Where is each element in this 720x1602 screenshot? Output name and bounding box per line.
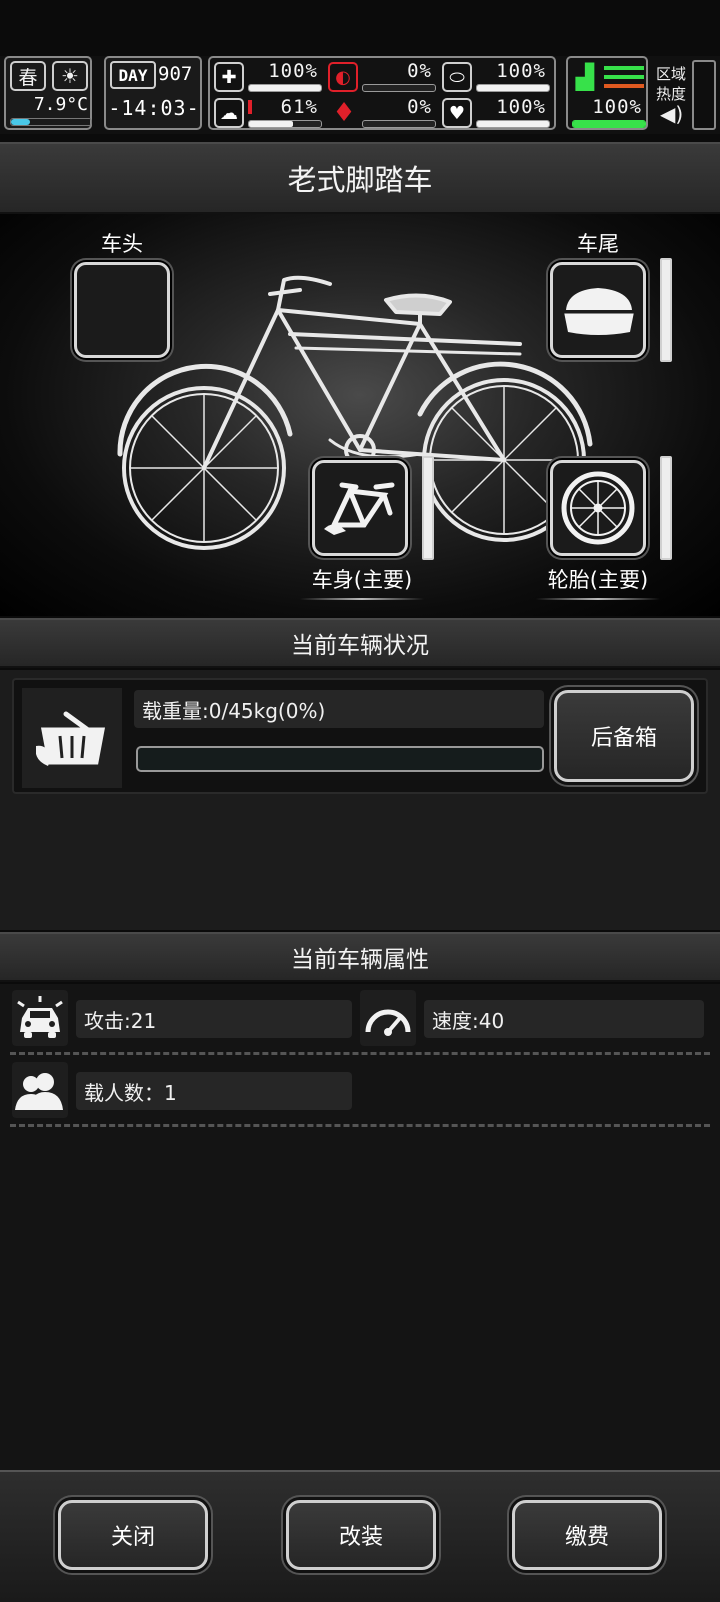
rear-slot-label: 车尾 — [550, 228, 646, 264]
medicine-value: 100% — [496, 60, 546, 82]
passenger-capacity: 载人数：1 — [76, 1072, 352, 1110]
car-crash-icon — [12, 990, 68, 1046]
body-slot-label: 车身(主要) — [300, 564, 424, 600]
attributes-header: 当前车辆属性 — [0, 932, 720, 982]
rear-box-icon — [564, 288, 634, 335]
load-row: 载重量:0/45kg(0%) 后备箱 — [12, 678, 708, 794]
front-slot[interactable] — [74, 262, 170, 358]
load-weight-bar — [136, 746, 544, 772]
clock-display: -14:03- — [108, 96, 200, 120]
pay-button[interactable]: 缴费 — [512, 1500, 662, 1570]
brain-icon: ☁ — [214, 98, 244, 128]
hunger-bar — [362, 84, 436, 92]
stamina-panel: ▟ 100% — [566, 56, 648, 130]
sanity-bar-fill — [249, 121, 293, 127]
stomach-icon: ◐ — [328, 62, 358, 92]
sanity-value: 61% — [280, 96, 318, 118]
temperature-value: 7.9°C — [33, 94, 88, 115]
heart-icon: ♥ — [442, 98, 472, 128]
health-bar-fill — [249, 85, 321, 91]
day-clock-box: DAY 907 -14:03- — [104, 56, 202, 130]
status-hud: 春 ☀ 7.9°C DAY 907 -14:03- ✚ 100% ◐ 0% ⬭ … — [0, 56, 720, 134]
boot-icon: ▟ — [575, 63, 595, 91]
rear-slot-durability — [660, 258, 672, 362]
stamina-bar-fill — [573, 121, 645, 127]
status-panel: 载重量:0/45kg(0%) 后备箱 — [0, 670, 720, 930]
temperature-gauge — [10, 118, 92, 126]
health-bar — [248, 84, 322, 92]
speed-value: 速度:40 — [424, 1000, 704, 1038]
zone-heat-meter — [692, 60, 716, 130]
season-badge: 春 — [10, 61, 46, 91]
zone-heat-label: 区域 热度 — [656, 65, 687, 103]
tire-slot-durability — [660, 456, 672, 560]
attribute-divider-2 — [10, 1124, 710, 1127]
sun-icon: ☀ — [52, 61, 88, 91]
sanity-bar — [248, 120, 322, 128]
medkit-icon: ✚ — [214, 62, 244, 92]
bleeding-value: 0% — [407, 96, 432, 118]
mood-bar — [476, 120, 550, 128]
front-slot-label: 车头 — [74, 228, 170, 264]
blood-drop-icon: ♦ — [332, 98, 356, 128]
modify-button[interactable]: 改装 — [286, 1500, 436, 1570]
load-weight-text: 载重量:0/45kg(0%) — [134, 690, 544, 728]
status-header: 当前车辆状况 — [0, 618, 720, 668]
speaker-icon[interactable]: ◀) — [660, 102, 683, 126]
body-slot[interactable] — [312, 460, 408, 556]
stamina-stripe-1 — [604, 66, 644, 70]
passengers-icon — [12, 1062, 68, 1118]
trunk-button[interactable]: 后备箱 — [554, 690, 694, 782]
vehicle-title-bar: 老式脚踏车 — [0, 142, 720, 214]
day-counter: 907 — [158, 63, 193, 85]
bike-frame-icon — [324, 482, 395, 535]
basket-icon — [22, 688, 122, 788]
weather-box: 春 ☀ 7.9°C — [4, 56, 92, 130]
close-button[interactable]: 关闭 — [58, 1500, 208, 1570]
attack-value: 攻击:21 — [76, 1000, 352, 1038]
mood-bar-fill — [477, 121, 549, 127]
body-slot-durability — [422, 456, 434, 560]
vital-stats-panel: ✚ 100% ◐ 0% ⬭ 100% ☁ 61% ♦ 0% ♥ 100% — [208, 56, 556, 130]
stamina-bar — [572, 120, 646, 128]
attributes-panel: 攻击:21 速度:40 载人数：1 — [0, 984, 720, 1470]
tire-slot[interactable] — [550, 460, 646, 556]
speedometer-icon — [360, 990, 416, 1046]
stamina-stripe-3 — [604, 84, 644, 88]
mood-value: 100% — [496, 96, 546, 118]
status-header-label: 当前车辆状况 — [291, 633, 429, 659]
vehicle-title: 老式脚踏车 — [287, 163, 433, 197]
vehicle-preview-area: 车头 车尾 车身(主要) 轮胎(主要) — [0, 214, 720, 616]
bleeding-bar — [362, 120, 436, 128]
hunger-value: 0% — [407, 60, 432, 82]
tire-slot-label: 轮胎(主要) — [536, 564, 660, 600]
stamina-stripe-2 — [604, 75, 644, 79]
stamina-value: 100% — [592, 96, 642, 118]
medicine-bar — [476, 84, 550, 92]
medicine-bar-fill — [477, 85, 549, 91]
health-value: 100% — [268, 60, 318, 82]
attribute-divider-1 — [10, 1052, 710, 1055]
day-label: DAY — [110, 61, 156, 89]
footer-bar: 关闭 改装 缴费 — [0, 1470, 720, 1602]
tire-icon — [561, 471, 635, 545]
pill-icon: ⬭ — [442, 62, 472, 92]
attributes-header-label: 当前车辆属性 — [291, 947, 429, 973]
rear-slot[interactable] — [550, 262, 646, 358]
